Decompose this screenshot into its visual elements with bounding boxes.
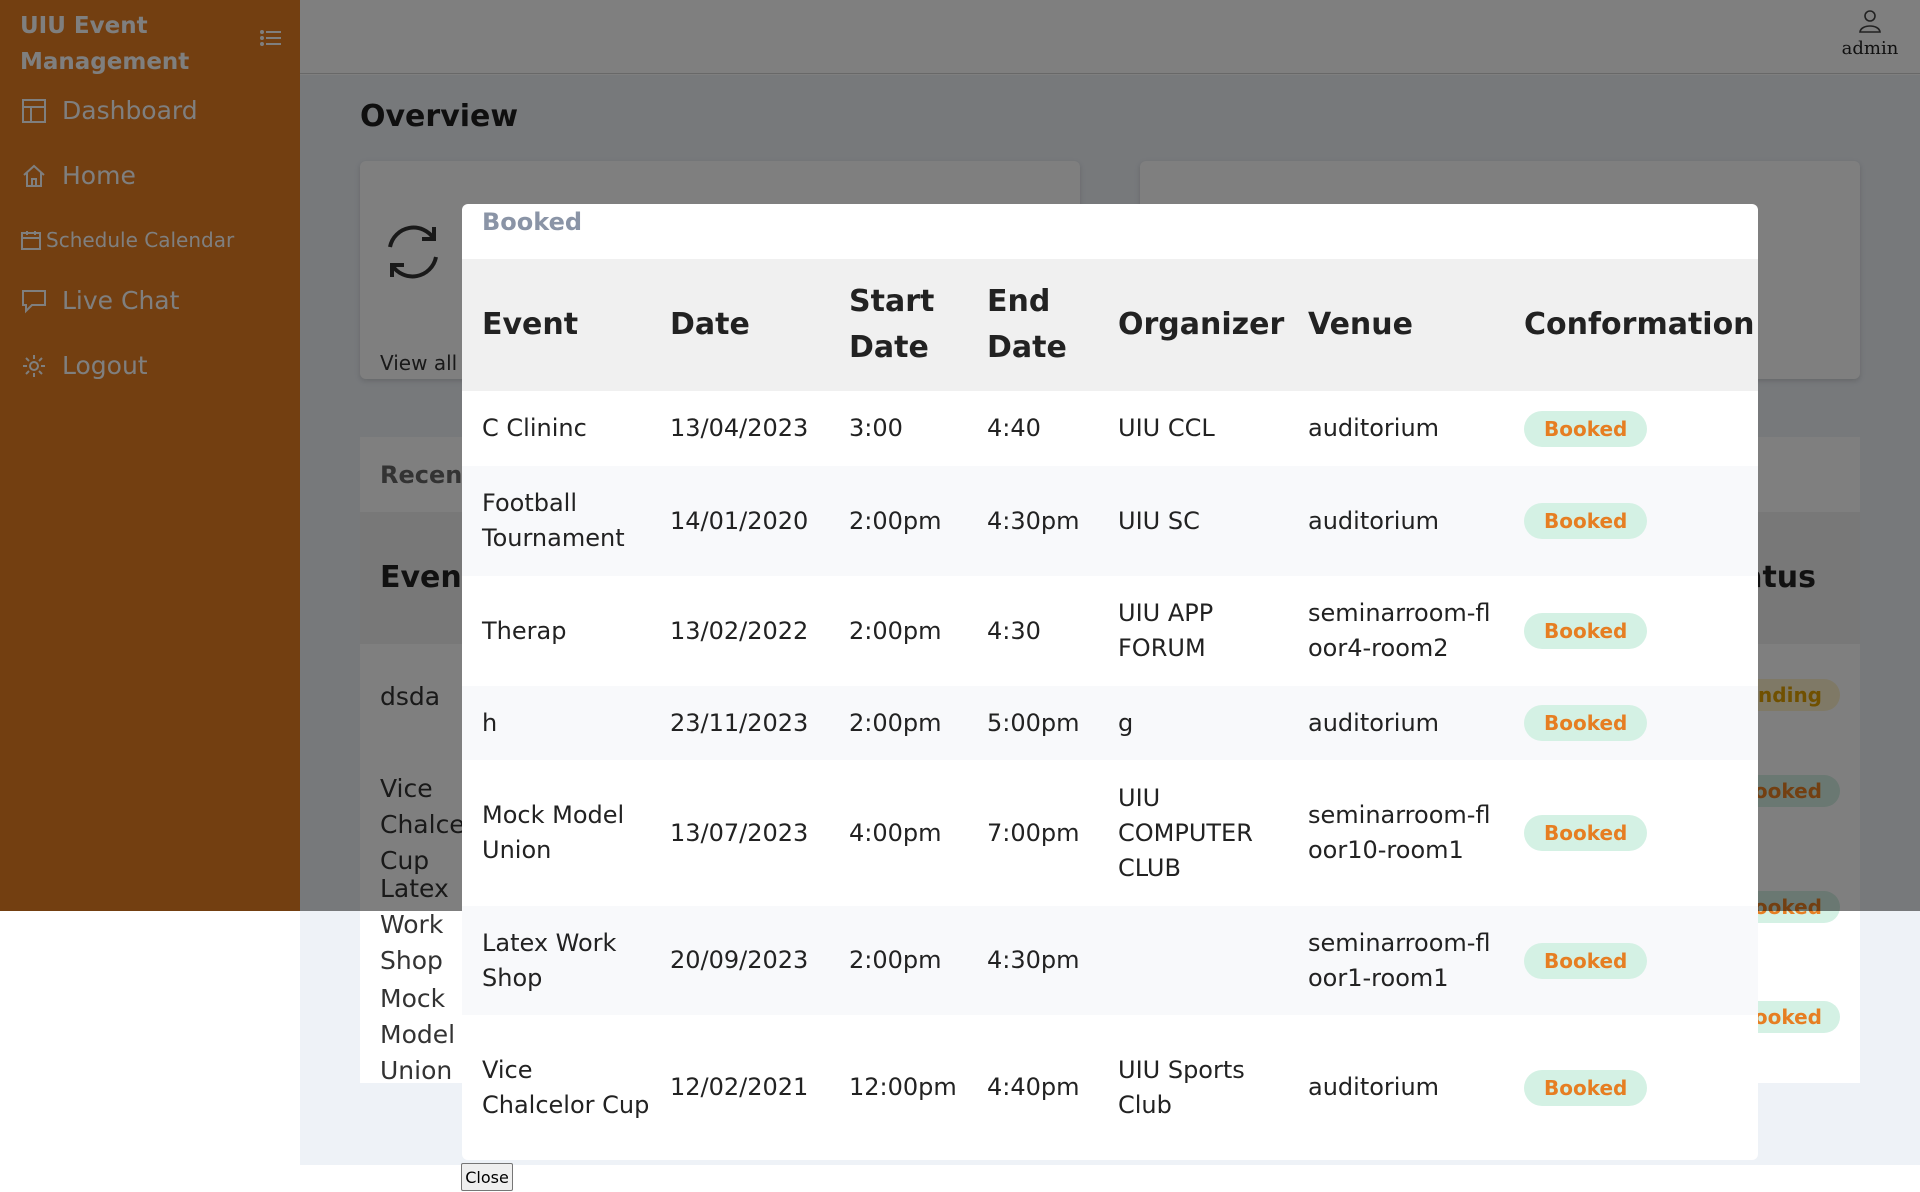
table-row: Vice Chalcelor Cup 12/02/2021 12:00pm 4:… <box>462 1015 1758 1160</box>
status-badge: Booked <box>1524 613 1648 649</box>
cell-event: Football Tournament <box>462 466 650 576</box>
cell-organizer: UIU Sports Club <box>1118 1055 1245 1119</box>
table-row: Mock Model Union 13/07/2023 4:00pm 7:00p… <box>462 760 1758 906</box>
cell-end: 4:30pm <box>967 906 1098 1015</box>
cell-venue: seminarroom-floor1-room1 <box>1288 906 1504 1015</box>
cell-event: h <box>462 686 650 760</box>
table-row: Football Tournament 14/01/2020 2:00pm 4:… <box>462 466 1758 576</box>
cell-organizer: g <box>1098 686 1288 760</box>
column-header: Conformation <box>1504 259 1758 391</box>
cell-date: 12/02/2021 <box>670 1073 809 1101</box>
cell-start: 4:00pm <box>849 818 942 847</box>
cell-end: 4:40pm <box>987 1073 1080 1101</box>
cell-organizer <box>1098 906 1288 1015</box>
cell-start: 12:00pm <box>849 1073 957 1101</box>
column-header: Date <box>650 259 829 391</box>
cell-status: Booked <box>1504 686 1758 760</box>
column-header: Event <box>462 259 650 391</box>
cell-organizer: UIU COMPUTER CLUB <box>1118 783 1253 882</box>
cell-start: 2:00pm <box>829 466 967 576</box>
status-badge: Booked <box>1524 1069 1648 1106</box>
cell-venue: auditorium <box>1288 466 1504 576</box>
cell-status: Booked <box>1504 576 1758 686</box>
modal-title: Booked <box>482 208 583 236</box>
cell-event: Therap <box>482 616 567 645</box>
booked-events-modal: Booked Event Date Start Date End Date Or… <box>462 204 1758 1160</box>
cell-start: 3:00 <box>849 414 903 442</box>
cell-status: Booked <box>1504 760 1758 906</box>
cell-event: Mock Model Union <box>482 801 625 864</box>
cell-organizer: UIU SC <box>1098 466 1288 576</box>
cell-end: 4:30pm <box>967 466 1098 576</box>
cell-end: 5:00pm <box>967 686 1098 760</box>
cell-end: 4:40 <box>987 414 1041 442</box>
table-row: Therap 13/02/2022 2:00pm 4:30 UIU APP FO… <box>462 576 1758 686</box>
cell-organizer: UIU CCL <box>1118 414 1215 442</box>
cell-venue: auditorium <box>1308 1073 1440 1101</box>
booked-events-table: Event Date Start Date End Date Organizer… <box>462 259 1758 1160</box>
cell-status: Booked <box>1504 906 1758 1015</box>
cell-date: 20/09/2023 <box>650 906 829 1015</box>
column-header: Start Date <box>829 259 967 391</box>
cell-organizer: UIU APP FORUM <box>1118 599 1214 662</box>
status-badge: Booked <box>1524 503 1648 539</box>
cell-end: 4:30 <box>987 616 1041 645</box>
column-header: End Date <box>967 259 1098 391</box>
table-header-row: Event Date Start Date End Date Organizer… <box>462 259 1758 391</box>
cell-date: 13/02/2022 <box>670 616 809 645</box>
cell-event: Vice Chalcelor Cup <box>482 1055 650 1119</box>
table-row: Latex Work Shop 20/09/2023 2:00pm 4:30pm… <box>462 906 1758 1015</box>
cell-event: C Clininc <box>482 414 587 442</box>
status-badge: Booked <box>1524 942 1648 979</box>
cell-event: Latex Work Shop <box>462 906 650 1015</box>
cell-venue: seminarroom-floor10-room1 <box>1308 801 1491 864</box>
cell-start: 2:00pm <box>829 906 967 1015</box>
cell-venue: auditorium <box>1288 686 1504 760</box>
table-row: C Clininc 13/04/2023 3:00 4:40 UIU CCL a… <box>462 391 1758 466</box>
cell-end: 7:00pm <box>987 818 1080 847</box>
cell-date: 13/07/2023 <box>670 818 809 847</box>
column-header: Organizer <box>1098 259 1288 391</box>
status-badge: Booked <box>1524 410 1648 447</box>
cell-date: 13/04/2023 <box>670 414 809 442</box>
cell-venue: auditorium <box>1308 414 1440 442</box>
status-badge: Booked <box>1524 705 1648 741</box>
close-button[interactable]: Close <box>461 1163 513 1191</box>
column-header: Venue <box>1288 259 1504 391</box>
status-badge: Booked <box>1524 815 1648 851</box>
cell-start: 2:00pm <box>829 686 967 760</box>
cell-status: Booked <box>1504 466 1758 576</box>
cell-start: 2:00pm <box>849 616 942 645</box>
table-row: h 23/11/2023 2:00pm 5:00pm g auditorium … <box>462 686 1758 760</box>
cell-status: Booked <box>1504 1015 1758 1160</box>
cell-status: Booked <box>1504 391 1758 466</box>
cell-date: 23/11/2023 <box>650 686 829 760</box>
cell-date: 14/01/2020 <box>650 466 829 576</box>
cell-venue: seminarroom-floor4-room2 <box>1308 599 1491 662</box>
